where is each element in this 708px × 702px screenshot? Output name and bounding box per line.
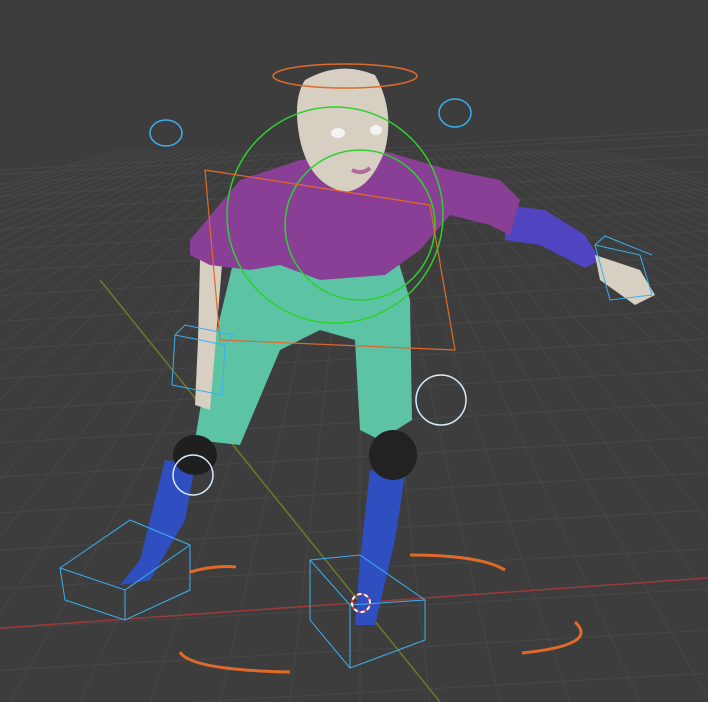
right-eye [370, 125, 382, 135]
right-knee-pad [369, 430, 417, 480]
3d-viewport[interactable] [0, 0, 708, 702]
left-eye [331, 128, 345, 138]
